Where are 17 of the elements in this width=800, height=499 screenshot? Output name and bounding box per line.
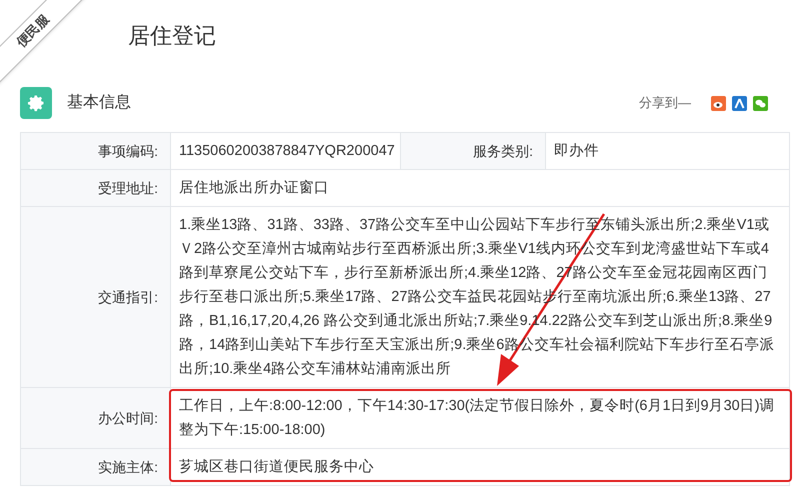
field-value: 工作日，上午:8:00-12:00，下午14:30-17:30(法定节假日除外，夏令时(6月1日到9月30日)调整为下午:15:00-18:00) <box>171 388 790 449</box>
section-title: 基本信息 <box>67 92 131 113</box>
person-icon[interactable] <box>732 96 747 110</box>
field-label: 服务类别: <box>401 133 546 170</box>
field-label: 交通指引: <box>21 207 171 388</box>
field-label: 办公时间: <box>21 388 171 449</box>
chat-icon[interactable] <box>753 96 768 110</box>
field-value: 居住地派出所办证窗口 <box>171 170 790 207</box>
gear-icon <box>20 87 52 119</box>
field-value: 即办件 <box>546 133 790 170</box>
field-label: 实施主体: <box>21 449 171 486</box>
share-label: 分享到— <box>639 94 691 112</box>
field-value: 芗城区巷口街道便民服务中心 <box>171 449 790 486</box>
field-label: 受理地址: <box>21 170 171 207</box>
field-label: 事项编码: <box>21 133 171 170</box>
eye-icon[interactable] <box>711 96 726 110</box>
page-title: 居住登记 <box>128 22 216 50</box>
